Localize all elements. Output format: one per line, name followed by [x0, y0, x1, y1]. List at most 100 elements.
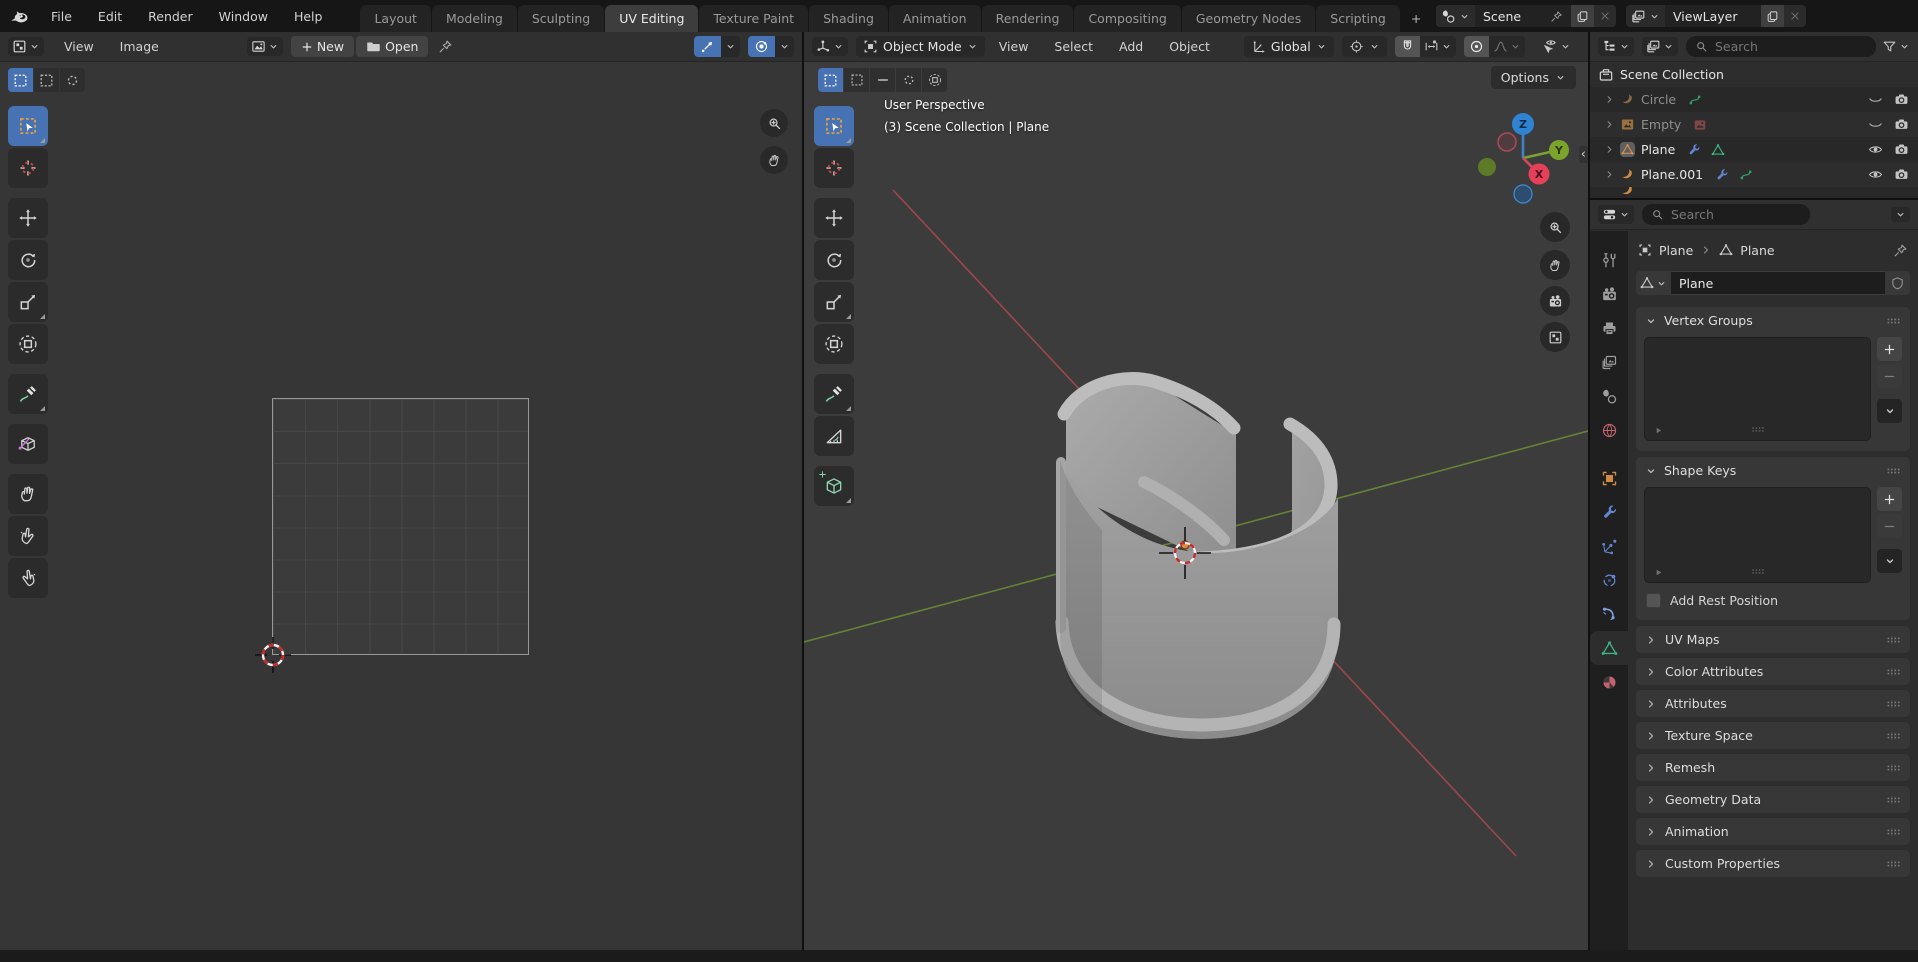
expand-chevron-icon[interactable]: [1602, 94, 1616, 105]
view-layer-browse-button[interactable]: [1626, 5, 1665, 27]
breadcrumb-data[interactable]: Plane: [1740, 243, 1774, 258]
tab-shading[interactable]: Shading: [809, 5, 888, 32]
uv-tool-grab[interactable]: [8, 474, 48, 514]
outliner-row-plane[interactable]: Plane: [1590, 137, 1918, 162]
image-browse-button[interactable]: [247, 37, 283, 56]
render-visibility-camera-icon[interactable]: [1890, 167, 1912, 182]
uv-canvas[interactable]: [0, 62, 802, 950]
render-visibility-camera-icon[interactable]: [1890, 142, 1912, 157]
grip-dots-icon[interactable]: [1886, 696, 1901, 711]
shape-keys-list[interactable]: [1644, 487, 1871, 583]
grip-dots-icon[interactable]: [1886, 728, 1901, 743]
tab-constraints[interactable]: [1590, 597, 1628, 631]
panel-geometry-data[interactable]: Geometry Data: [1636, 786, 1910, 813]
tab-physics[interactable]: [1590, 563, 1628, 597]
shape-keys-panel-header[interactable]: Shape Keys: [1636, 457, 1910, 484]
grip-dots-icon[interactable]: [1886, 824, 1901, 839]
proportional-falloff-dropdown[interactable]: [1489, 36, 1525, 57]
gizmo-axis-neg-y[interactable]: [1478, 158, 1496, 176]
uv-tool-move[interactable]: [8, 198, 48, 238]
vertex-groups-panel-header[interactable]: Vertex Groups: [1636, 307, 1910, 334]
menu-window[interactable]: Window: [207, 5, 280, 28]
uv-tool-rip-region[interactable]: [8, 424, 48, 464]
overlays-dropdown[interactable]: [775, 36, 794, 57]
remove-shape-key-button[interactable]: [1877, 514, 1902, 538]
new-view-layer-button[interactable]: [1761, 5, 1784, 27]
tool-transform[interactable]: [814, 324, 854, 364]
tab-scripting[interactable]: Scripting: [1316, 5, 1400, 32]
properties-options-button[interactable]: [1891, 207, 1910, 222]
tab-render[interactable]: [1590, 277, 1628, 311]
object-type-visibility-dropdown[interactable]: [1541, 38, 1571, 55]
panel-remesh[interactable]: Remesh: [1636, 754, 1910, 781]
menu-file[interactable]: File: [39, 5, 84, 28]
pin-icon[interactable]: [1550, 10, 1563, 23]
properties-search[interactable]: [1642, 204, 1810, 225]
tab-modifiers[interactable]: [1590, 495, 1628, 529]
tool-annotate[interactable]: [814, 374, 854, 414]
add-rest-position-checkbox[interactable]: [1646, 593, 1661, 608]
add-vertex-group-button[interactable]: [1877, 337, 1902, 361]
vertex-group-specials-button[interactable]: [1877, 399, 1902, 423]
tool-rotate[interactable]: [814, 240, 854, 280]
tool-scale[interactable]: [814, 282, 854, 322]
tab-object-data[interactable]: [1590, 631, 1628, 665]
viewport-menu-add[interactable]: Add: [1107, 35, 1155, 58]
list-resize-grip-icon[interactable]: [1751, 564, 1765, 578]
tab-world[interactable]: [1590, 413, 1628, 447]
viewport-menu-select[interactable]: Select: [1042, 35, 1105, 58]
tab-material[interactable]: [1590, 665, 1628, 699]
pivot-point-dropdown[interactable]: [1342, 36, 1387, 57]
scene-browse-button[interactable]: [1436, 5, 1475, 27]
add-workspace-button[interactable]: +: [1401, 5, 1431, 32]
grip-dots-icon[interactable]: [1886, 664, 1901, 679]
viewport-editor-type-button[interactable]: [812, 37, 848, 56]
tab-particles[interactable]: [1590, 529, 1628, 563]
breadcrumb-object[interactable]: Plane: [1659, 243, 1693, 258]
tab-geometry-nodes[interactable]: Geometry Nodes: [1182, 5, 1315, 32]
gizmo-dropdown[interactable]: [721, 36, 740, 57]
scene-name-field[interactable]: Scene: [1475, 5, 1571, 27]
shape-key-specials-button[interactable]: [1877, 549, 1902, 573]
model-plane-object[interactable]: [1060, 379, 1338, 739]
outliner-row-scene-collection[interactable]: Scene Collection: [1590, 62, 1918, 87]
viewport-canvas[interactable]: Options User Perspective (3) Scene Colle…: [804, 62, 1588, 950]
uv-tool-pinch[interactable]: [8, 558, 48, 598]
outliner-row-empty[interactable]: Empty: [1590, 112, 1918, 137]
uv-tool-transform[interactable]: [8, 324, 48, 364]
gizmo-axis-y[interactable]: Y: [1549, 140, 1569, 160]
list-filter-triangle-icon[interactable]: [1653, 425, 1664, 436]
outliner-row-partial[interactable]: [1590, 187, 1918, 194]
uv-tool-select-box[interactable]: [8, 106, 48, 146]
outliner-filter-button[interactable]: [1882, 39, 1910, 54]
tab-layout[interactable]: Layout: [360, 5, 431, 32]
uv-menu-view[interactable]: View: [52, 35, 106, 58]
viewport-menu-object[interactable]: Object: [1157, 35, 1222, 58]
tab-tool[interactable]: [1590, 243, 1628, 277]
panel-uv-maps[interactable]: UV Maps: [1636, 626, 1910, 653]
panel-texture-space[interactable]: Texture Space: [1636, 722, 1910, 749]
gizmo-axis-neg-x[interactable]: [1498, 133, 1516, 151]
uv-tool-cursor[interactable]: [8, 148, 48, 188]
select-mode-invert[interactable]: [896, 68, 921, 92]
outliner-display-mode-button[interactable]: [1642, 37, 1678, 56]
uv-pan-hand-button[interactable]: [760, 146, 788, 174]
tool-measure[interactable]: [814, 416, 854, 456]
mesh-browse-button[interactable]: [1636, 271, 1671, 295]
tab-texture-paint[interactable]: Texture Paint: [699, 5, 808, 32]
orthographic-toggle-button[interactable]: [1540, 322, 1570, 352]
outliner-editor-type-button[interactable]: [1598, 37, 1634, 56]
tab-output[interactable]: [1590, 311, 1628, 345]
viewport-pan-hand-button[interactable]: [1540, 250, 1570, 280]
expand-chevron-icon[interactable]: [1602, 144, 1616, 155]
panel-custom-properties[interactable]: Custom Properties: [1636, 850, 1910, 877]
tool-add-cube[interactable]: [814, 466, 854, 506]
mode-dropdown[interactable]: Object Mode: [856, 36, 985, 57]
uv-tool-scale[interactable]: [8, 282, 48, 322]
menu-edit[interactable]: Edit: [86, 5, 134, 28]
tab-compositing[interactable]: Compositing: [1074, 5, 1180, 32]
pin-icon[interactable]: [438, 39, 453, 54]
hide-toggle-eye-icon[interactable]: [1864, 167, 1886, 182]
uv-select-mode-subtract[interactable]: [60, 68, 85, 92]
overlays-sphere-icon[interactable]: [748, 36, 775, 57]
